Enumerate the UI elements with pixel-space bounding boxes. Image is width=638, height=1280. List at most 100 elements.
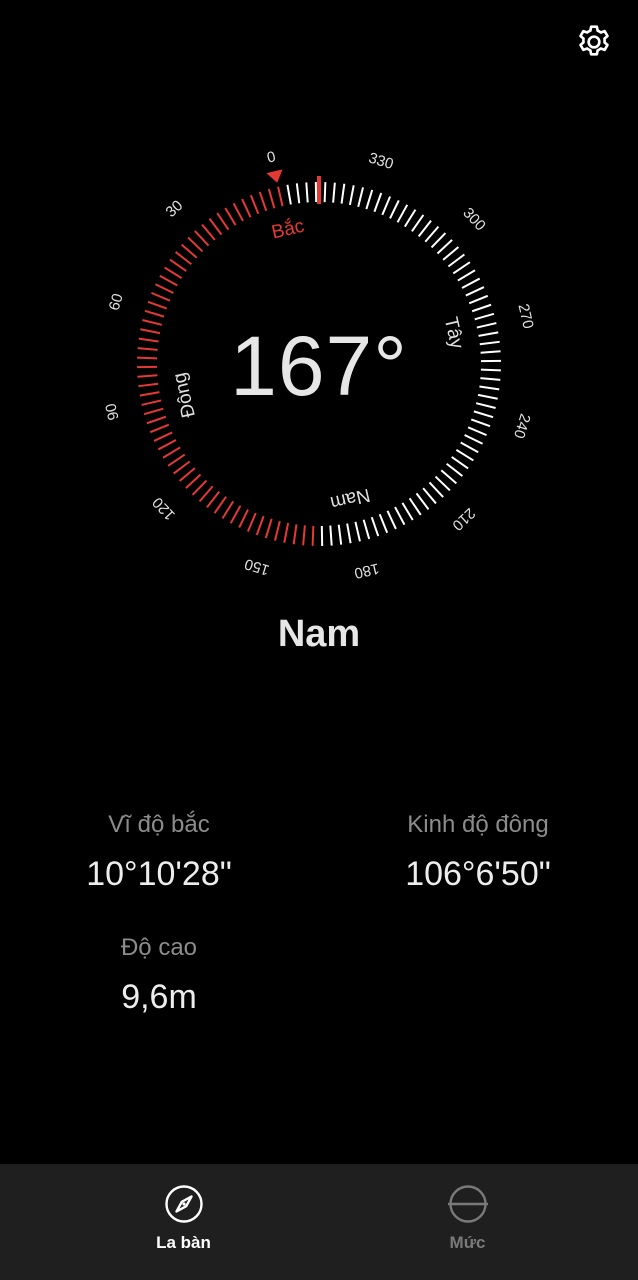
bottom-nav: La bàn Mức bbox=[0, 1164, 638, 1280]
compass-tick bbox=[246, 512, 257, 532]
tab-compass-label: La bàn bbox=[156, 1233, 211, 1252]
compass-tick bbox=[422, 487, 437, 505]
compass-tick bbox=[474, 312, 495, 321]
compass-tick bbox=[185, 473, 202, 489]
compass-tick bbox=[162, 446, 181, 459]
compass-tick bbox=[232, 202, 244, 222]
compass-tick bbox=[452, 261, 471, 275]
altitude-block: Độ cao 9,6m bbox=[29, 933, 289, 1017]
compass-tick bbox=[173, 460, 191, 475]
compass-tick bbox=[267, 188, 276, 209]
compass-tick bbox=[157, 439, 177, 451]
compass-tick bbox=[311, 525, 315, 546]
longitude-value: 106°6'50" bbox=[405, 855, 551, 893]
compass-tick bbox=[323, 182, 327, 203]
compass-tick bbox=[403, 209, 417, 228]
compass-tick bbox=[178, 467, 196, 482]
compass-tick bbox=[264, 518, 273, 539]
compass-tick bbox=[147, 300, 168, 310]
latitude-value: 10°10'28" bbox=[86, 855, 232, 893]
compass-degree-label: 180 bbox=[353, 559, 381, 581]
compass-tick bbox=[194, 230, 210, 247]
settings-button[interactable] bbox=[570, 18, 618, 66]
compass-tick bbox=[149, 423, 170, 434]
compass-tick bbox=[143, 407, 164, 416]
compass-tick bbox=[440, 469, 458, 485]
compass-tick bbox=[229, 505, 242, 524]
compass-degree-label: 30 bbox=[163, 197, 187, 221]
direction-name: Nam bbox=[277, 613, 361, 655]
compass-tick bbox=[394, 506, 406, 526]
compass-tick bbox=[473, 410, 494, 419]
compass-tick bbox=[348, 185, 355, 206]
longitude-label: Kinh độ đông bbox=[407, 811, 549, 838]
compass-icon bbox=[164, 1185, 203, 1223]
compass-degree-label: 150 bbox=[243, 555, 272, 579]
compass-cardinal-south: Nam bbox=[328, 484, 372, 513]
compass-tick bbox=[167, 453, 186, 467]
compass-tick bbox=[187, 236, 204, 253]
level-icon bbox=[447, 1185, 488, 1223]
tab-level[interactable]: Mức bbox=[308, 1164, 627, 1280]
compass-tick bbox=[357, 187, 365, 208]
compass-cardinal-north: Bắc bbox=[269, 215, 306, 244]
compass-tick bbox=[292, 524, 298, 545]
compass-tick bbox=[174, 251, 192, 266]
compass-tick bbox=[451, 456, 469, 470]
compass-tick bbox=[470, 418, 491, 428]
compass-tick bbox=[224, 207, 237, 226]
compass-tick bbox=[362, 519, 371, 540]
compass-tick bbox=[154, 283, 174, 294]
compass-tick bbox=[249, 194, 260, 215]
compass-tick bbox=[378, 513, 389, 534]
compass-tick bbox=[169, 258, 187, 272]
compass-tick bbox=[415, 492, 430, 510]
compass-tick bbox=[337, 524, 343, 545]
compass-tick bbox=[457, 269, 476, 282]
compass-tick bbox=[164, 266, 183, 280]
compass-tick bbox=[198, 485, 214, 503]
compass-tick bbox=[460, 441, 479, 454]
compass-degree-label: 330 bbox=[367, 149, 396, 173]
compass-tick bbox=[417, 219, 432, 237]
compass-tick bbox=[191, 479, 208, 496]
compass-tick bbox=[151, 291, 171, 302]
compass-degree-label: 210 bbox=[449, 504, 479, 534]
compass-tick bbox=[286, 184, 292, 205]
compass-tick bbox=[401, 502, 414, 521]
compass-tick bbox=[467, 426, 487, 437]
compass-tick bbox=[471, 303, 492, 313]
compass-tick bbox=[277, 186, 284, 207]
compass-tick bbox=[180, 243, 198, 259]
latitude-label: Vĩ độ bắc bbox=[108, 811, 210, 838]
tab-level-label: Mức bbox=[449, 1233, 486, 1252]
altitude-label: Độ cao bbox=[120, 934, 198, 961]
compass-tick bbox=[159, 274, 178, 287]
compass-tick bbox=[354, 521, 361, 542]
compass-tick bbox=[283, 522, 290, 543]
compass-tick bbox=[201, 223, 216, 241]
compass-tick bbox=[428, 481, 444, 498]
tab-compass[interactable]: La bàn bbox=[24, 1164, 343, 1280]
compass-tick bbox=[381, 196, 392, 216]
compass-tick bbox=[408, 497, 422, 516]
compass-tick bbox=[411, 214, 425, 232]
compass-tick bbox=[208, 218, 223, 236]
compass-degree-label: 0 bbox=[265, 148, 277, 166]
compass-dial: 0 30 60 90 120 150 180 210 240 270 300 330 Bắc Đông N… bbox=[79, 124, 559, 604]
compass-tick bbox=[340, 183, 346, 204]
compass-tick bbox=[216, 212, 230, 231]
compass-tick bbox=[206, 491, 221, 509]
heading-readout: 167° bbox=[230, 319, 408, 413]
compass-tick bbox=[346, 523, 352, 544]
compass-tick bbox=[455, 448, 474, 462]
compass-tick bbox=[464, 434, 484, 445]
compass-tick bbox=[295, 183, 301, 204]
compass-tick bbox=[153, 431, 173, 442]
north-marker-icon bbox=[266, 169, 283, 183]
compass-tick bbox=[305, 182, 309, 203]
compass-tick bbox=[465, 286, 485, 297]
compass-tick bbox=[332, 182, 336, 203]
compass-tick bbox=[213, 496, 227, 514]
compass-degree-label: 60 bbox=[106, 292, 127, 313]
